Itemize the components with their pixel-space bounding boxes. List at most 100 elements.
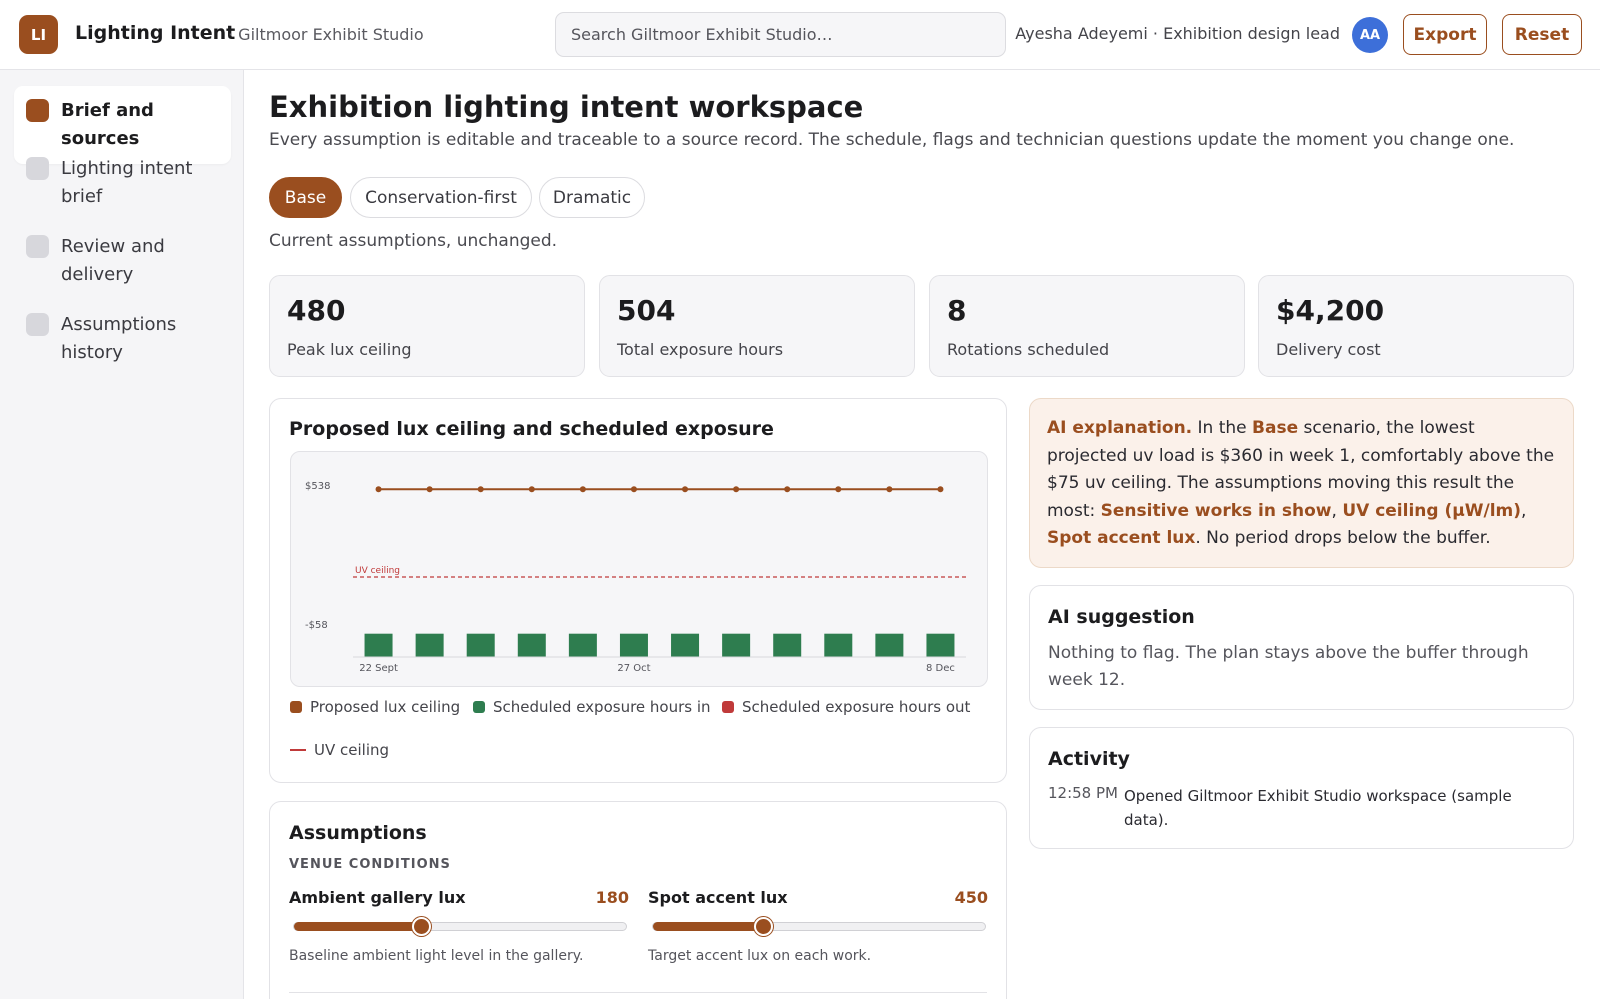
chart-point-proposed-lux [426,486,433,493]
y-tick-label: -$58 [305,620,328,631]
user-name: Ayesha Adeyemi · Exhibition design lead [1015,24,1340,43]
kpi-value: 8 [947,294,967,327]
slider-track[interactable] [293,917,627,936]
ai-explanation-assumption: UV ceiling (µW/lm) [1342,500,1522,521]
chart-svg: $538 -$58 UV ceiling 22 Sept 27 Oct 8 Dec [305,481,966,674]
slider-fill [294,922,421,931]
kpi-label: Peak lux ceiling [287,340,412,359]
activity-time: 12:58 PM [1048,784,1118,802]
chart-area: $538 -$58 UV ceiling 22 Sept 27 Oct 8 Dec [290,451,988,687]
top-bar: LI Lighting Intent · Giltmoor Exhibit St… [0,0,1600,70]
chart-point-proposed-lux [579,486,586,493]
ai-explanation-lead: AI explanation. [1047,418,1193,438]
legend-swatch-icon [473,701,485,713]
chart-bar-exposure-in [568,633,597,657]
nav-dot-icon [26,99,49,122]
assumptions-card: Assumptions VENUE CONDITIONS Ambient gal… [269,801,1007,999]
scenario-pill-conservation-first[interactable]: Conservation-first [350,177,532,218]
slider-value: 180 [595,888,629,907]
chart-point-proposed-lux [937,486,944,493]
activity-text: Opened Giltmoor Exhibit Studio workspace… [1124,787,1512,829]
x-tick-label: 8 Dec [926,663,955,674]
y-tick-label: $538 [305,481,330,492]
sidebar-item-review-and-delivery[interactable]: Review and delivery [14,222,231,300]
ai-explanation-text: In the [1192,418,1253,438]
slider-fill [653,922,764,931]
ai-explanation-scenario: Base [1252,418,1299,438]
ai-explanation-sep: , [1331,500,1343,521]
x-tick-label: 22 Sept [359,663,398,674]
kpi-label: Rotations scheduled [947,340,1110,359]
chart-bar-exposure-in [619,633,648,657]
kpi-value: $4,200 [1276,294,1385,327]
chart-point-proposed-lux [528,486,535,493]
legend-item-proposed: Proposed lux ceiling [290,698,460,716]
kpi-label: Delivery cost [1276,340,1381,359]
app-logo: LI [19,15,58,54]
chart-bar-exposure-in [926,633,955,657]
chart-title: Proposed lux ceiling and scheduled expos… [289,418,774,440]
legend-label: UV ceiling [314,741,390,759]
scenario-pill-base[interactable]: Base [269,177,342,218]
chart-bar-exposure-in [824,633,853,657]
legend-swatch-icon [290,701,302,713]
search-input[interactable]: Search Giltmoor Exhibit Studio… [555,12,1006,57]
ai-explanation-panel: AI explanation. In the Base scenario, th… [1029,398,1574,568]
kpi-card-delivery-cost: $4,200 Delivery cost [1258,275,1574,377]
chart-point-proposed-lux [375,486,382,493]
kpi-value: 480 [287,294,346,327]
ai-explanation-assumption: Spot accent lux [1047,528,1196,548]
slider-value: 450 [954,888,988,907]
chart-bar-exposure-in [671,633,700,657]
kpi-value: 504 [617,294,676,327]
chart-point-proposed-lux [886,486,893,493]
kpi-card-peak-lux: 480 Peak lux ceiling [269,275,585,377]
chart-bar-exposure-in [517,633,546,657]
legend-label: Proposed lux ceiling [310,698,461,716]
avatar[interactable]: AA [1352,17,1388,53]
legend-item-in: Scheduled exposure hours in [473,698,711,716]
slider-help: Target accent lux on each work. [648,948,872,964]
sidebar-item-lighting-intent-brief[interactable]: Lighting intent brief [14,144,231,222]
app-title: Lighting Intent [75,22,236,44]
ai-suggestion-text: Nothing to flag. The plan stays above th… [1048,643,1529,690]
chart-bar-exposure-in [415,633,444,657]
chart-point-proposed-lux [784,486,791,493]
kpi-card-exposure-hours: 504 Total exposure hours [599,275,915,377]
page-subtitle: Every assumption is editable and traceab… [269,130,1515,150]
legend-swatch-icon [722,701,734,713]
chart-bar-exposure-in [364,633,393,657]
sidebar-item-label: Assumptions history [61,314,177,363]
sidebar-item-label: Lighting intent brief [61,158,193,207]
nav-dot-icon [26,313,49,336]
slider-help: Baseline ambient light level in the gall… [289,948,584,964]
chart-bar-exposure-in [466,633,495,657]
chart-point-proposed-lux [630,486,637,493]
legend-item-out: Scheduled exposure hours out [722,698,970,716]
chart-bar-exposure-in [722,633,751,657]
nav-dot-icon [26,235,49,258]
scenario-note: Current assumptions, unchanged. [269,231,558,251]
sidebar-item-label: Review and delivery [61,236,165,285]
export-button[interactable]: Export [1403,14,1487,55]
ai-suggestion-card: AI suggestion Nothing to flag. The plan … [1029,585,1574,710]
workspace-name: · Giltmoor Exhibit Studio [228,25,424,44]
legend-line-icon [290,749,306,751]
scenario-pill-dramatic[interactable]: Dramatic [539,177,645,218]
slider-label: Spot accent lux [648,888,788,907]
uv-ceiling-label: UV ceiling [355,566,400,576]
kpi-label: Total exposure hours [617,340,784,359]
slider-thumb[interactable] [754,917,774,936]
nav-dot-icon [26,157,49,180]
slider-track[interactable] [652,917,986,936]
slider-thumb[interactable] [411,917,431,936]
x-tick-label: 27 Oct [617,663,650,674]
chart-point-proposed-lux [682,486,689,493]
chart-point-proposed-lux [835,486,842,493]
kpi-card-rotations: 8 Rotations scheduled [929,275,1245,377]
legend-label: Scheduled exposure hours out [742,698,971,716]
chart-bar-exposure-in [773,633,802,657]
sidebar-item-assumptions-history[interactable]: Assumptions history [14,300,231,378]
chart-point-proposed-lux [733,486,740,493]
reset-button[interactable]: Reset [1502,14,1582,55]
